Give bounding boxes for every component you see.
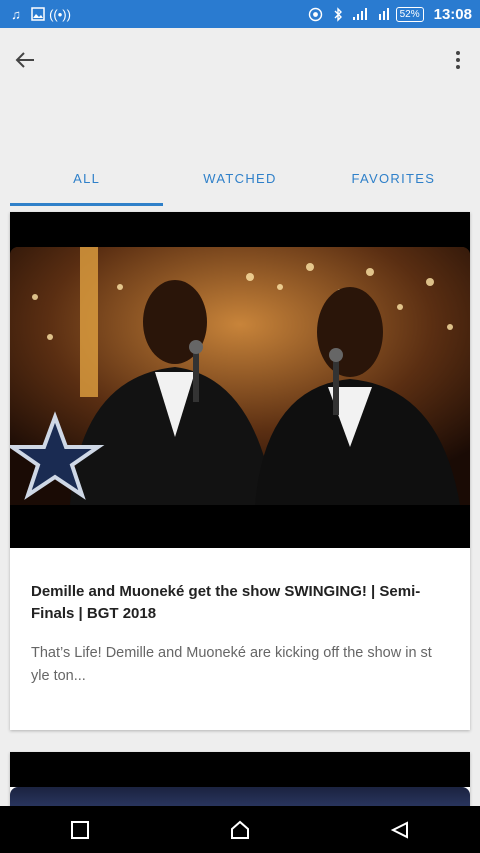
home-button[interactable] [220, 810, 260, 850]
arrow-back-icon [15, 52, 34, 68]
tab-all[interactable]: ALL [10, 150, 164, 206]
video-frame [10, 247, 470, 505]
cast-icon [308, 6, 324, 22]
dot-icon [456, 51, 460, 55]
tab-bar: ALL WATCHED FAVORITES [10, 150, 470, 206]
signal-4g-icon [374, 6, 390, 22]
video-card[interactable] [10, 752, 470, 812]
toolbar [0, 28, 480, 92]
video-title[interactable]: Demille and Muoneké get the show SWINGIN… [31, 581, 451, 625]
image-icon [30, 6, 46, 22]
back-button[interactable] [10, 45, 40, 75]
triangle-back-icon [390, 820, 408, 839]
wifi-hotspot-icon: ((•)) [49, 6, 71, 22]
system-nav-bar [0, 806, 480, 853]
dot-icon [456, 65, 460, 69]
tab-favorites[interactable]: FAVORITES [317, 150, 470, 206]
home-icon [231, 820, 249, 839]
video-thumbnail[interactable] [10, 212, 470, 548]
signal-icon [352, 6, 368, 22]
back-nav-button[interactable] [380, 810, 420, 850]
video-card[interactable]: Demille and Muoneké get the show SWINGIN… [10, 212, 470, 730]
bluetooth-icon [330, 6, 346, 22]
video-description: That’s Life! Demille and Muoneké are kic… [31, 645, 432, 684]
tab-watched[interactable]: WATCHED [163, 150, 316, 206]
status-left: ♫ ((•)) [8, 6, 71, 22]
video-thumbnail-top [10, 752, 470, 787]
clock: 13:08 [433, 5, 472, 23]
status-bar: ♫ ((•)) 52% 13:08 [0, 0, 480, 28]
overflow-menu-button[interactable] [448, 45, 468, 75]
video-image [10, 247, 470, 505]
status-right: 52% 13:08 [308, 6, 472, 23]
square-icon [71, 820, 89, 839]
recents-button[interactable] [60, 810, 100, 850]
music-note-icon: ♫ [11, 6, 21, 22]
battery-indicator: 52% [395, 6, 424, 22]
dot-icon [456, 58, 460, 62]
